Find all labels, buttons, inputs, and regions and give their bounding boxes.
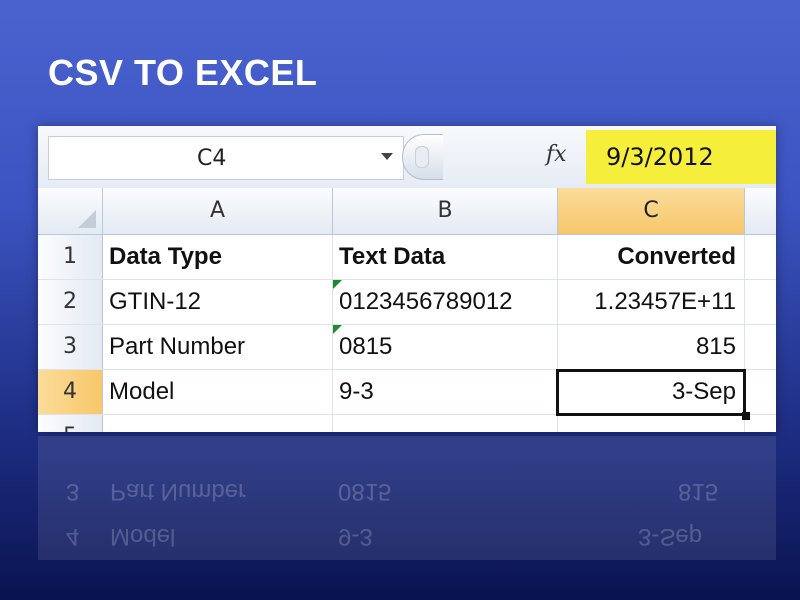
cell-b2[interactable]: 0123456789012 bbox=[333, 280, 558, 324]
error-indicator-icon bbox=[333, 280, 342, 289]
cell-b4[interactable]: 9-3 bbox=[333, 370, 558, 414]
reflection-row-num: 3 bbox=[66, 478, 80, 505]
select-all-icon bbox=[78, 210, 96, 228]
formula-bar-resize-handle[interactable] bbox=[402, 134, 443, 180]
cell-a4[interactable]: Model bbox=[103, 370, 333, 414]
column-header-a[interactable]: A bbox=[103, 188, 333, 234]
table-row: 2 GTIN-12 0123456789012 1.23457E+11 bbox=[38, 280, 776, 325]
insert-function-icon[interactable]: fx bbox=[546, 142, 567, 167]
reflection-row: 4 Model 9-3 3-Sep bbox=[38, 514, 776, 558]
cell-c3[interactable]: 815 bbox=[558, 325, 745, 369]
formula-value: 9/3/2012 bbox=[606, 143, 714, 171]
row-header[interactable]: 4 bbox=[38, 370, 103, 414]
cell-b1[interactable]: Text Data bbox=[333, 235, 558, 279]
cell-b3-value: 0815 bbox=[339, 333, 393, 360]
name-box[interactable]: C4 bbox=[48, 136, 404, 180]
slide-title: CSV TO EXCEL bbox=[48, 52, 318, 93]
reflection: 4 Model 9-3 3-Sep 3 Part Number 0815 815 bbox=[38, 436, 776, 560]
table-row: 5 bbox=[38, 415, 776, 432]
cell-c2[interactable]: 1.23457E+11 bbox=[558, 280, 745, 324]
error-indicator-icon bbox=[333, 325, 342, 334]
reflection-content: 4 Model 9-3 3-Sep 3 Part Number 0815 815 bbox=[38, 436, 776, 560]
row-header[interactable]: 1 bbox=[38, 235, 103, 279]
row-header[interactable]: 5 bbox=[38, 415, 103, 432]
fill-handle[interactable] bbox=[742, 412, 750, 420]
excel-window: C4 fx 9/3/2012 A B C 1 Data Type Text Da… bbox=[38, 126, 776, 432]
formula-input[interactable]: 9/3/2012 bbox=[586, 130, 776, 184]
select-all-button[interactable] bbox=[38, 188, 103, 234]
column-headers: A B C bbox=[38, 188, 776, 235]
row-header[interactable]: 3 bbox=[38, 325, 103, 369]
cell-b5[interactable] bbox=[333, 415, 558, 432]
reflection-row: 3 Part Number 0815 815 bbox=[38, 469, 776, 513]
table-row: 3 Part Number 0815 815 bbox=[38, 325, 776, 370]
table-row: 1 Data Type Text Data Converted bbox=[38, 235, 776, 280]
reflection-cell: Part Number bbox=[110, 478, 247, 505]
cell-b2-value: 0123456789012 bbox=[339, 288, 513, 315]
name-box-value: C4 bbox=[197, 146, 227, 171]
column-header-b[interactable]: B bbox=[333, 188, 558, 234]
formula-bar: C4 fx 9/3/2012 bbox=[38, 126, 776, 189]
cell-b3[interactable]: 0815 bbox=[333, 325, 558, 369]
cell-a2[interactable]: GTIN-12 bbox=[103, 280, 333, 324]
cell-a5[interactable] bbox=[103, 415, 333, 432]
reflection-cell: 9-3 bbox=[338, 523, 373, 550]
active-cell-selection bbox=[556, 369, 746, 416]
reflection-cell: Model bbox=[110, 523, 176, 550]
cell-c1[interactable]: Converted bbox=[558, 235, 745, 279]
cell-c5[interactable] bbox=[558, 415, 745, 432]
reflection-cell: 0815 bbox=[338, 478, 392, 505]
chevron-down-icon[interactable] bbox=[381, 153, 393, 160]
column-header-c[interactable]: C bbox=[558, 188, 745, 234]
reflection-cell: 815 bbox=[678, 478, 719, 505]
reflection-cell: 3-Sep bbox=[638, 523, 703, 550]
row-header[interactable]: 2 bbox=[38, 280, 103, 324]
cell-a3[interactable]: Part Number bbox=[103, 325, 333, 369]
cell-a1[interactable]: Data Type bbox=[103, 235, 333, 279]
reflection-row-num: 4 bbox=[66, 523, 80, 550]
